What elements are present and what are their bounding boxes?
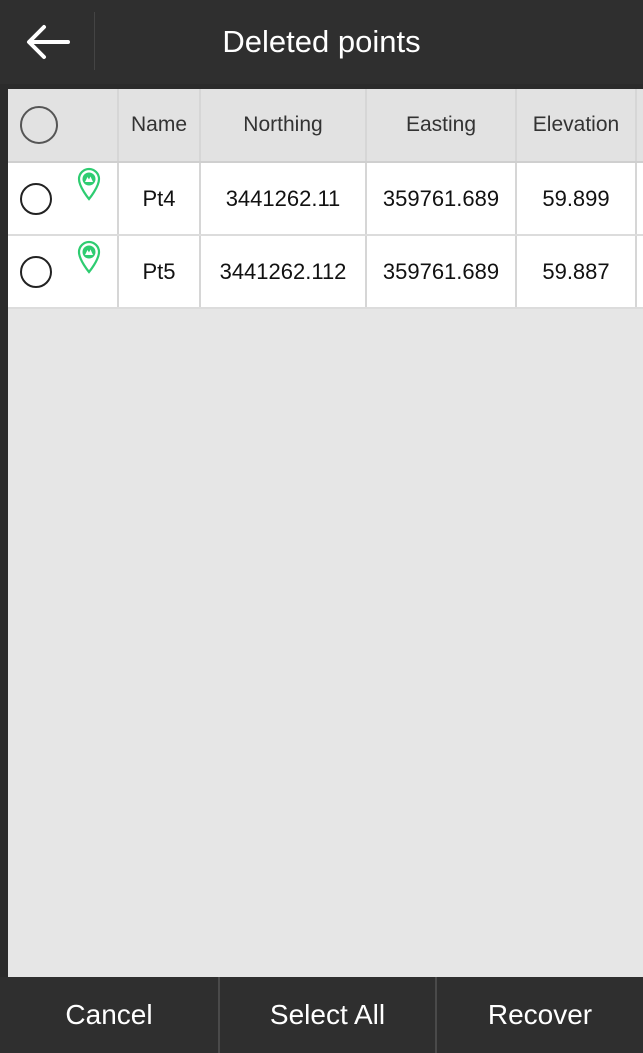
- back-button[interactable]: [0, 0, 94, 84]
- row-elevation: 59.887: [517, 236, 637, 307]
- arrow-left-icon: [27, 25, 70, 59]
- row-easting: 359761.689: [367, 163, 517, 234]
- select-all-radio-cell[interactable]: [8, 89, 119, 161]
- row-name: Pt4: [119, 163, 201, 234]
- row-select-cell[interactable]: [8, 236, 119, 307]
- map-pin-icon: [77, 240, 101, 274]
- column-header-name[interactable]: Name: [119, 89, 201, 161]
- row-elevation: 59.899: [517, 163, 637, 234]
- row-easting: 359761.689: [367, 236, 517, 307]
- column-header-northing[interactable]: Northing: [201, 89, 367, 161]
- row-northing: 3441262.112: [201, 236, 367, 307]
- row-northing: 3441262.11: [201, 163, 367, 234]
- recover-button[interactable]: Recover: [437, 977, 643, 1053]
- table-header: Name Northing Easting Elevation: [8, 89, 643, 163]
- column-header-elevation[interactable]: Elevation: [517, 89, 637, 161]
- table-row[interactable]: Pt4 3441262.11 359761.689 59.899: [8, 163, 643, 236]
- row-select-cell[interactable]: [8, 163, 119, 234]
- table-row[interactable]: Pt5 3441262.112 359761.689 59.887: [8, 236, 643, 309]
- select-all-button[interactable]: Select All: [220, 977, 437, 1053]
- row-radio[interactable]: [20, 255, 52, 288]
- column-header-easting[interactable]: Easting: [367, 89, 517, 161]
- points-table-area: Name Northing Easting Elevation Pt4 3441…: [8, 89, 643, 977]
- map-pin-icon: [77, 167, 101, 201]
- bottom-action-bar: Cancel Select All Recover: [0, 977, 643, 1053]
- app-header: Deleted points: [0, 0, 643, 84]
- row-radio[interactable]: [20, 182, 52, 215]
- select-all-radio[interactable]: [20, 106, 58, 144]
- header-divider: [94, 12, 95, 70]
- page-title: Deleted points: [222, 24, 421, 59]
- row-name: Pt5: [119, 236, 201, 307]
- deleted-points-screen: Deleted points Name Northing Easting Ele…: [0, 0, 643, 1053]
- cancel-button[interactable]: Cancel: [0, 977, 220, 1053]
